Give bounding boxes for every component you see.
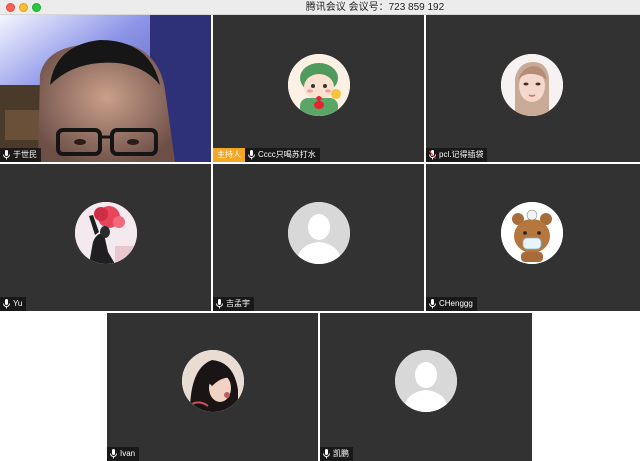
participant-name: pcl.记得插袋 <box>439 150 484 159</box>
microphone-icon <box>323 449 330 459</box>
microphone-icon <box>3 299 10 309</box>
participant-name: CHenggg <box>439 299 473 308</box>
participant-name: Yu <box>13 299 23 308</box>
participant-name: 凯鹏 <box>333 449 349 458</box>
participant-name-bar: Yu <box>0 297 27 311</box>
window-title: 腾讯会议 会议号：723 859 192 <box>305 2 445 13</box>
participant-tile[interactable]: Yu <box>0 164 211 311</box>
participant-tile[interactable]: Ivan <box>107 313 318 461</box>
microphone-icon <box>429 299 436 309</box>
participant-video <box>0 15 211 162</box>
microphone-muted-icon <box>429 150 436 160</box>
default-person-avatar <box>395 350 457 412</box>
participant-tile[interactable]: CHenggg <box>426 164 640 311</box>
participant-name: Cccc只喝苏打水 <box>258 150 316 159</box>
participant-name-bar: 主持人 Cccc只喝苏打水 <box>213 148 320 162</box>
host-badge: 主持人 <box>213 148 245 162</box>
participant-name-bar: 吉孟宇 <box>213 297 254 311</box>
dark-portrait-avatar <box>182 350 244 412</box>
participant-name-bar: 于世民 <box>0 148 41 162</box>
girl-photo-avatar <box>501 54 563 116</box>
participant-tile[interactable]: 主持人 Cccc只喝苏打水 <box>213 15 424 162</box>
participant-name: Ivan <box>120 449 136 458</box>
title-bar: 腾讯会议 会议号：723 859 192 <box>0 0 640 15</box>
brown-bear-avatar <box>501 202 563 264</box>
participant-tile[interactable]: pcl.记得插袋 <box>426 15 640 162</box>
red-flower-photo-avatar <box>75 202 137 264</box>
default-person-avatar <box>288 202 350 264</box>
participant-name: 吉孟宇 <box>226 299 250 308</box>
video-grid: 于世民 主持人 Cccc只喝苏打水 pcl.记得插袋 Yu 吉孟宇 CHengg… <box>0 15 640 461</box>
participant-name-bar: pcl.记得插袋 <box>426 148 488 162</box>
participant-name-bar: CHenggg <box>426 297 477 311</box>
participant-name-bar: 凯鹏 <box>320 447 353 461</box>
microphone-icon <box>110 449 117 459</box>
participant-tile[interactable]: 吉孟宇 <box>213 164 424 311</box>
microphone-icon <box>216 299 223 309</box>
participant-name: 于世民 <box>13 150 37 159</box>
microphone-icon <box>248 150 255 160</box>
participant-name-bar: Ivan <box>107 447 140 461</box>
microphone-icon <box>3 150 10 160</box>
participant-tile[interactable]: 凯鹏 <box>320 313 532 461</box>
participant-tile[interactable]: 于世民 <box>0 15 211 162</box>
cartoon-dinosaur-avatar <box>288 54 350 116</box>
